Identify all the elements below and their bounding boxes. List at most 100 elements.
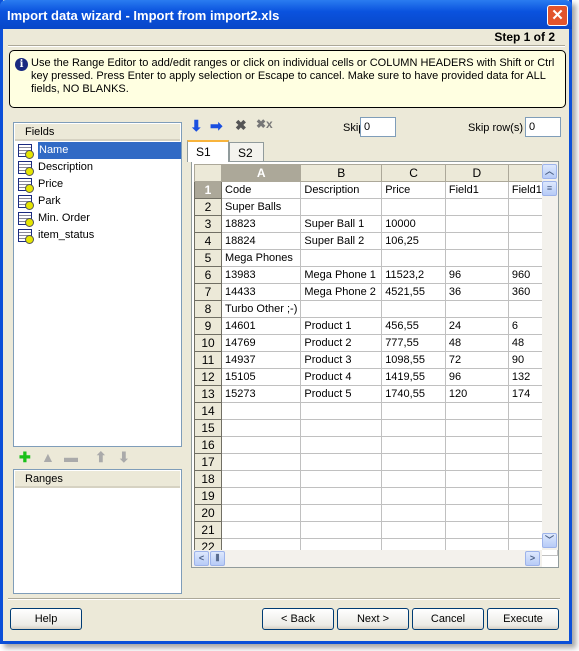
grid-cell[interactable]: 10000	[381, 215, 446, 233]
row-header[interactable]: 16	[193, 436, 223, 454]
scroll-thumb[interactable]: ≡	[542, 181, 557, 196]
grid-cell[interactable]: 48	[444, 334, 509, 352]
field-item[interactable]: Name	[16, 142, 181, 159]
grid-cell[interactable]	[300, 198, 383, 216]
grid-cell[interactable]	[381, 436, 446, 454]
grid-cell[interactable]	[381, 470, 446, 488]
row-header[interactable]: 9	[193, 317, 223, 335]
grid-cell[interactable]: 36	[444, 283, 509, 301]
grid-cell[interactable]	[300, 436, 383, 454]
grid-cell[interactable]	[381, 521, 446, 539]
grid-cell[interactable]: Product 5	[300, 385, 383, 403]
grid-cell[interactable]	[221, 504, 302, 522]
grid-cell[interactable]	[221, 436, 302, 454]
row-header[interactable]: 19	[193, 487, 223, 505]
scroll-left-button[interactable]: <	[194, 551, 209, 566]
grid-cell[interactable]: 4521,55	[381, 283, 446, 301]
delete-all-icon[interactable]: ✖x	[256, 117, 273, 131]
grid-cell[interactable]: 14601	[221, 317, 302, 335]
column-header[interactable]: B	[300, 164, 383, 182]
row-header[interactable]: 3	[193, 215, 223, 233]
grid-cell[interactable]: 1740,55	[381, 385, 446, 403]
field-item[interactable]: Min. Order	[16, 210, 181, 227]
grid-cell[interactable]: Product 1	[300, 317, 383, 335]
row-header[interactable]: 7	[193, 283, 223, 301]
scroll-thumb[interactable]: ⦀	[210, 551, 225, 566]
row-header[interactable]: 10	[193, 334, 223, 352]
grid-cell[interactable]	[221, 470, 302, 488]
arrow-right-icon[interactable]: ➡	[210, 117, 223, 135]
row-header[interactable]: 11	[193, 351, 223, 369]
grid-cell[interactable]: Product 2	[300, 334, 383, 352]
grid-cell[interactable]: Turbo Other ;-)	[221, 300, 302, 318]
corner-cell[interactable]	[193, 164, 223, 182]
grid-cell[interactable]	[381, 402, 446, 420]
back-button[interactable]: < Back	[262, 608, 334, 630]
grid-cell[interactable]	[381, 487, 446, 505]
grid-cell[interactable]: Super Ball 2	[300, 232, 383, 250]
grid-cell[interactable]: 777,55	[381, 334, 446, 352]
grid-cell[interactable]	[221, 487, 302, 505]
grid-cell[interactable]: Code	[221, 181, 302, 199]
row-header[interactable]: 1	[193, 181, 223, 199]
remove-range-icon[interactable]: ▬	[64, 449, 78, 465]
move-up-icon[interactable]: ▲	[41, 449, 55, 465]
grid-cell[interactable]: 15273	[221, 385, 302, 403]
grid-cell[interactable]: 96	[444, 368, 509, 386]
grid-cell[interactable]	[221, 453, 302, 471]
grid-cell[interactable]	[381, 419, 446, 437]
grid-cell[interactable]: 11523,2	[381, 266, 446, 284]
grid-cell[interactable]	[300, 521, 383, 539]
row-header[interactable]: 12	[193, 368, 223, 386]
scroll-right-button[interactable]: >	[525, 551, 540, 566]
close-button[interactable]: ✕	[547, 5, 568, 26]
row-header[interactable]: 13	[193, 385, 223, 403]
field-item[interactable]: Price	[16, 176, 181, 193]
column-header[interactable]: C	[381, 164, 446, 182]
grid-cell[interactable]	[444, 249, 509, 267]
grid-cell[interactable]	[444, 419, 509, 437]
grid-cell[interactable]: 14769	[221, 334, 302, 352]
grid-cell[interactable]	[221, 521, 302, 539]
row-header[interactable]: 2	[193, 198, 223, 216]
field-item[interactable]: item_status	[16, 227, 181, 244]
grid-cell[interactable]: 24	[444, 317, 509, 335]
grid-cell[interactable]	[444, 232, 509, 250]
row-header[interactable]: 5	[193, 249, 223, 267]
grid-cell[interactable]	[381, 453, 446, 471]
arrow-down-icon[interactable]: ⬇	[190, 117, 203, 135]
grid-cell[interactable]	[444, 402, 509, 420]
grid-cell[interactable]	[444, 198, 509, 216]
grid-cell[interactable]: 1419,55	[381, 368, 446, 386]
grid-cell[interactable]: 18824	[221, 232, 302, 250]
grid-cell[interactable]	[381, 198, 446, 216]
row-header[interactable]: 20	[193, 504, 223, 522]
row-header[interactable]: 17	[193, 453, 223, 471]
field-item[interactable]: Park	[16, 193, 181, 210]
execute-button[interactable]: Execute	[487, 608, 559, 630]
tab-s1[interactable]: S1	[187, 140, 229, 162]
grid-cell[interactable]	[381, 504, 446, 522]
grid-cell[interactable]	[444, 300, 509, 318]
grid-cell[interactable]	[300, 487, 383, 505]
grid-cell[interactable]: 14937	[221, 351, 302, 369]
arrow-down-icon[interactable]: ⬇	[118, 449, 130, 466]
grid-cell[interactable]: 120	[444, 385, 509, 403]
next-button[interactable]: Next >	[337, 608, 409, 630]
field-item[interactable]: Description	[16, 159, 181, 176]
row-header[interactable]: 6	[193, 266, 223, 284]
grid-cell[interactable]: 72	[444, 351, 509, 369]
grid-cell[interactable]	[444, 487, 509, 505]
grid-cell[interactable]	[381, 300, 446, 318]
add-range-icon[interactable]: ✚	[19, 449, 31, 466]
grid-cell[interactable]	[300, 453, 383, 471]
grid-cell[interactable]	[444, 215, 509, 233]
grid-cell[interactable]: 456,55	[381, 317, 446, 335]
scroll-up-button[interactable]: ︿	[542, 164, 557, 179]
row-header[interactable]: 4	[193, 232, 223, 250]
grid-cell[interactable]: Mega Phone 1	[300, 266, 383, 284]
grid-cell[interactable]: Super Ball 1	[300, 215, 383, 233]
scroll-down-button[interactable]: ﹀	[542, 533, 557, 548]
row-header[interactable]: 21	[193, 521, 223, 539]
row-header[interactable]: 15	[193, 419, 223, 437]
